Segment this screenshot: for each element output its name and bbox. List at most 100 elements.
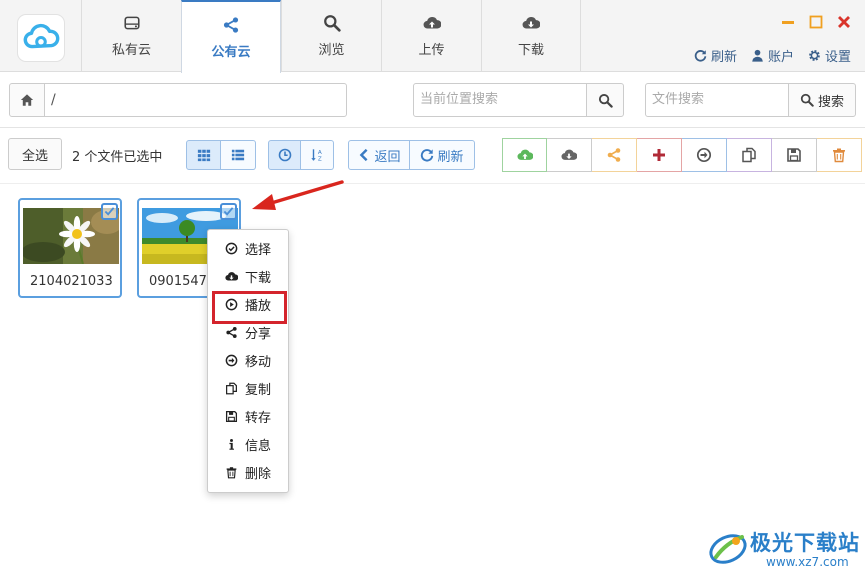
share-icon xyxy=(226,326,237,338)
search-button-label: 搜索 xyxy=(817,94,844,110)
gear-icon xyxy=(809,50,820,61)
menu-item-delete[interactable]: 删除 xyxy=(208,458,288,486)
share-icon xyxy=(607,148,621,162)
user-icon xyxy=(752,49,763,62)
download-button[interactable] xyxy=(547,138,592,172)
refresh-icon xyxy=(421,149,434,162)
menu-item-label: 选择 xyxy=(245,242,272,258)
menu-item-label: 转存 xyxy=(245,410,272,426)
sort-by-name-button[interactable]: AZ xyxy=(301,140,334,170)
copy-button[interactable] xyxy=(727,138,772,172)
file-search-input[interactable]: 文件搜索 xyxy=(645,83,789,117)
search-icon xyxy=(598,93,613,108)
back-button[interactable]: 返回 xyxy=(348,140,410,170)
sort-by-time-button[interactable] xyxy=(268,140,301,170)
window-controls xyxy=(781,15,851,29)
settings-label: 设置 xyxy=(824,50,851,65)
svg-text:Z: Z xyxy=(318,157,322,162)
file-item[interactable]: 2104021033 xyxy=(18,198,122,298)
chevron-left-icon xyxy=(360,148,368,162)
trash-icon xyxy=(833,148,845,163)
refresh-label: 刷新 xyxy=(437,149,464,165)
tab-label: 上传 xyxy=(418,43,445,58)
minimize-icon xyxy=(782,21,794,24)
selection-count: 2 个文件已选中 xyxy=(72,150,163,165)
watermark-logo-icon xyxy=(709,534,747,564)
maximize-button[interactable] xyxy=(809,15,823,29)
watermark-title: 极光下载站 xyxy=(750,531,860,555)
file-toolbar: 全选 2 个文件已选中 AZ 返回 刷新 xyxy=(0,128,865,184)
toolbar-refresh-button[interactable]: 刷新 xyxy=(410,140,475,170)
minimize-button[interactable] xyxy=(781,15,795,29)
watermark-url: www.xz7.com xyxy=(766,555,849,569)
grid-view-button[interactable] xyxy=(186,140,221,170)
path-input[interactable]: / xyxy=(44,83,347,117)
tab-upload[interactable]: 上传 xyxy=(381,0,481,72)
search-icon xyxy=(800,93,814,107)
plus-icon xyxy=(653,149,665,161)
top-actions: 刷新 账户 设置 xyxy=(694,46,851,65)
location-search-input[interactable]: 当前位置搜索 xyxy=(413,83,587,117)
clock-icon xyxy=(278,148,291,162)
path-bar: / 当前位置搜索 文件搜索 搜索 xyxy=(0,72,865,128)
context-menu: 选择 下载 播放 分享 移动 复制 转存 信息 删除 xyxy=(207,229,289,493)
upload-button[interactable] xyxy=(502,138,547,172)
close-icon xyxy=(838,16,850,28)
sort-toggle: AZ xyxy=(268,140,334,170)
menu-item-label: 移动 xyxy=(245,354,272,370)
file-checkbox[interactable] xyxy=(220,203,237,220)
save-icon xyxy=(787,148,801,162)
save-button[interactable] xyxy=(772,138,817,172)
app-logo xyxy=(17,14,65,62)
close-button[interactable] xyxy=(837,15,851,29)
copy-icon xyxy=(226,382,237,394)
file-checkbox[interactable] xyxy=(101,203,118,220)
new-folder-button[interactable] xyxy=(637,138,682,172)
account-link[interactable]: 账户 xyxy=(751,46,794,65)
save-icon xyxy=(225,410,238,422)
file-actions xyxy=(502,138,862,172)
refresh-link[interactable]: 刷新 xyxy=(694,46,737,65)
maximize-icon xyxy=(809,15,823,29)
main-tabs: 私有云 公有云 浏览 上传 下载 xyxy=(81,0,581,73)
move-icon xyxy=(225,354,238,366)
list-view-button[interactable] xyxy=(221,140,256,170)
select-all-button[interactable]: 全选 xyxy=(8,138,62,170)
tab-private-cloud[interactable]: 私有云 xyxy=(81,0,181,72)
annotation-arrow xyxy=(252,180,344,210)
cloud-logo-icon xyxy=(23,23,60,49)
grid-icon xyxy=(197,149,210,162)
tab-public-cloud[interactable]: 公有云 xyxy=(181,0,281,73)
menu-item-move[interactable]: 移动 xyxy=(208,346,288,374)
svg-text:A: A xyxy=(318,150,322,156)
share-button[interactable] xyxy=(592,138,637,172)
tab-browse[interactable]: 浏览 xyxy=(281,0,381,72)
view-toggle xyxy=(186,140,256,170)
menu-item-info[interactable]: 信息 xyxy=(208,430,288,458)
file-name: 2104021033 xyxy=(30,274,113,289)
delete-button[interactable] xyxy=(817,138,862,172)
menu-item-label: 删除 xyxy=(245,466,272,482)
hdd-icon xyxy=(123,16,140,30)
menu-item-select[interactable]: 选择 xyxy=(208,234,288,262)
sort-alpha-icon: AZ xyxy=(311,149,322,162)
search-icon xyxy=(323,15,341,32)
trash-icon xyxy=(226,466,237,478)
file-search-button[interactable]: 搜索 xyxy=(788,83,856,117)
menu-item-copy[interactable]: 复制 xyxy=(208,374,288,402)
menu-item-label: 下载 xyxy=(245,270,272,286)
tab-download[interactable]: 下载 xyxy=(481,0,581,72)
watermark: 极光下载站 www.xz7.com xyxy=(706,525,859,573)
location-search-button[interactable] xyxy=(586,83,624,117)
info-icon xyxy=(229,438,234,450)
menu-item-save[interactable]: 转存 xyxy=(208,402,288,430)
settings-link[interactable]: 设置 xyxy=(808,46,851,65)
refresh-icon xyxy=(694,50,707,62)
home-button[interactable] xyxy=(9,83,45,117)
cloud-upload-icon xyxy=(423,17,441,29)
top-navigation: 私有云 公有云 浏览 上传 下载 刷新 账户 设置 xyxy=(0,0,865,73)
menu-item-label: 复制 xyxy=(245,382,272,398)
move-button[interactable] xyxy=(682,138,727,172)
menu-item-download[interactable]: 下载 xyxy=(208,262,288,290)
cloud-download-icon xyxy=(522,17,540,29)
